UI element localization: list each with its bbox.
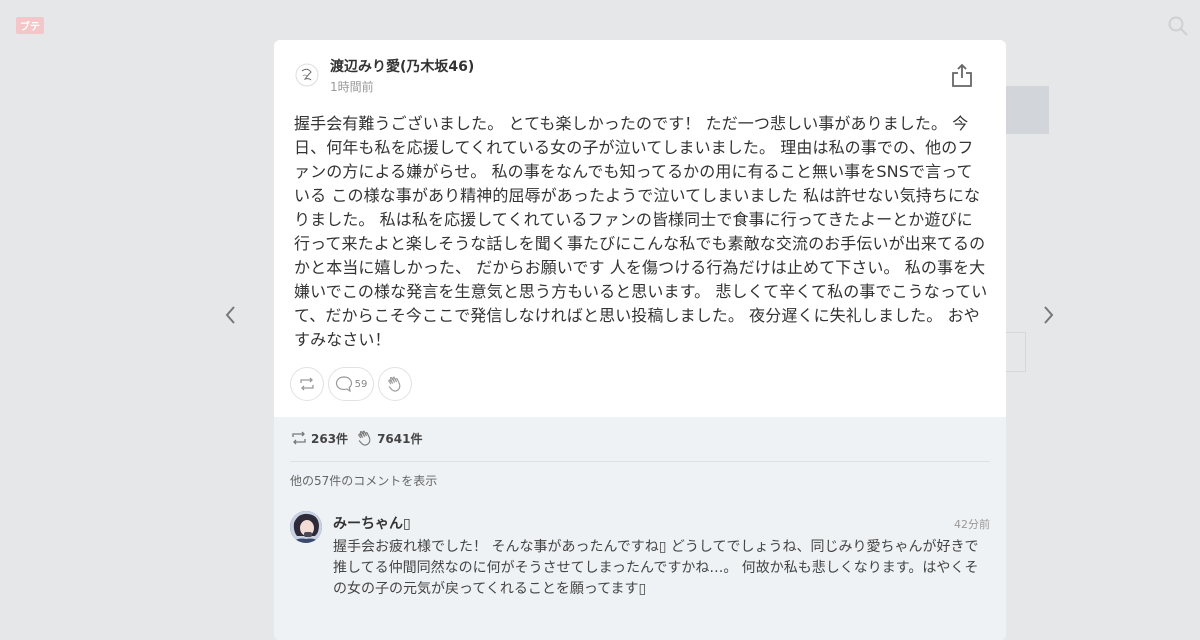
commenter-avatar-image <box>290 511 322 543</box>
next-post-button[interactable] <box>1035 302 1061 328</box>
post-timestamp: 1時間前 <box>330 80 374 94</box>
post-body: 握手会有難うございました。 とても楽しかったのです！ ただ一つ悲しい事がありまし… <box>294 114 988 349</box>
retweet-icon <box>292 431 306 445</box>
chevron-left-icon <box>225 306 235 324</box>
clap-count[interactable]: 7641件 <box>356 429 422 447</box>
post-actions: 59 <box>290 367 412 401</box>
divider <box>290 461 990 462</box>
chevron-right-icon <box>1044 306 1054 324</box>
avatar[interactable] <box>290 511 322 543</box>
comment-text: 握手会お疲れ様でした！ そんな事があったんですね▯ どうしてでしょうね、同じみり… <box>333 539 979 597</box>
share-button[interactable] <box>950 62 974 88</box>
search-icon <box>1168 16 1188 36</box>
comment-button[interactable]: 59 <box>328 367 374 401</box>
avatar[interactable] <box>294 62 320 88</box>
site-logo: ブテ <box>16 17 44 34</box>
retweet-icon <box>300 377 314 391</box>
post-header: 渡辺みり愛(乃木坂46) 1時間前 <box>274 40 1006 112</box>
comment-count: 59 <box>354 378 368 390</box>
reaction-counts: 263件 7641件 <box>290 429 422 447</box>
clap-count-label: 7641件 <box>377 431 423 446</box>
background-panel <box>1005 332 1026 372</box>
commenter-name[interactable]: みーちゃん▯ <box>333 513 411 533</box>
author-avatar-image <box>295 63 319 87</box>
share-icon <box>952 63 972 87</box>
clap-button[interactable] <box>378 367 412 401</box>
comment-timestamp: 42分前 <box>954 518 990 531</box>
retweet-count[interactable]: 263件 <box>290 429 348 447</box>
clap-hand-icon <box>358 430 371 446</box>
show-more-comments-link[interactable]: 他の57件のコメントを表示 <box>290 472 437 489</box>
comment-bubble-icon <box>335 376 352 393</box>
post-reactions-panel: 263件 7641件 他の57件のコメントを表示 みーちゃん▯ 42分前 握手会… <box>274 417 1006 640</box>
previous-post-button[interactable] <box>218 302 244 328</box>
post-modal: 渡辺みり愛(乃木坂46) 1時間前 握手会有難うございました。 とても楽しかった… <box>274 40 1006 640</box>
clap-hand-icon <box>388 376 401 392</box>
author-name[interactable]: 渡辺みり愛(乃木坂46) <box>330 56 474 76</box>
retweet-button[interactable] <box>290 367 324 401</box>
retweet-count-label: 263件 <box>311 431 349 446</box>
background-panel <box>1005 86 1049 134</box>
